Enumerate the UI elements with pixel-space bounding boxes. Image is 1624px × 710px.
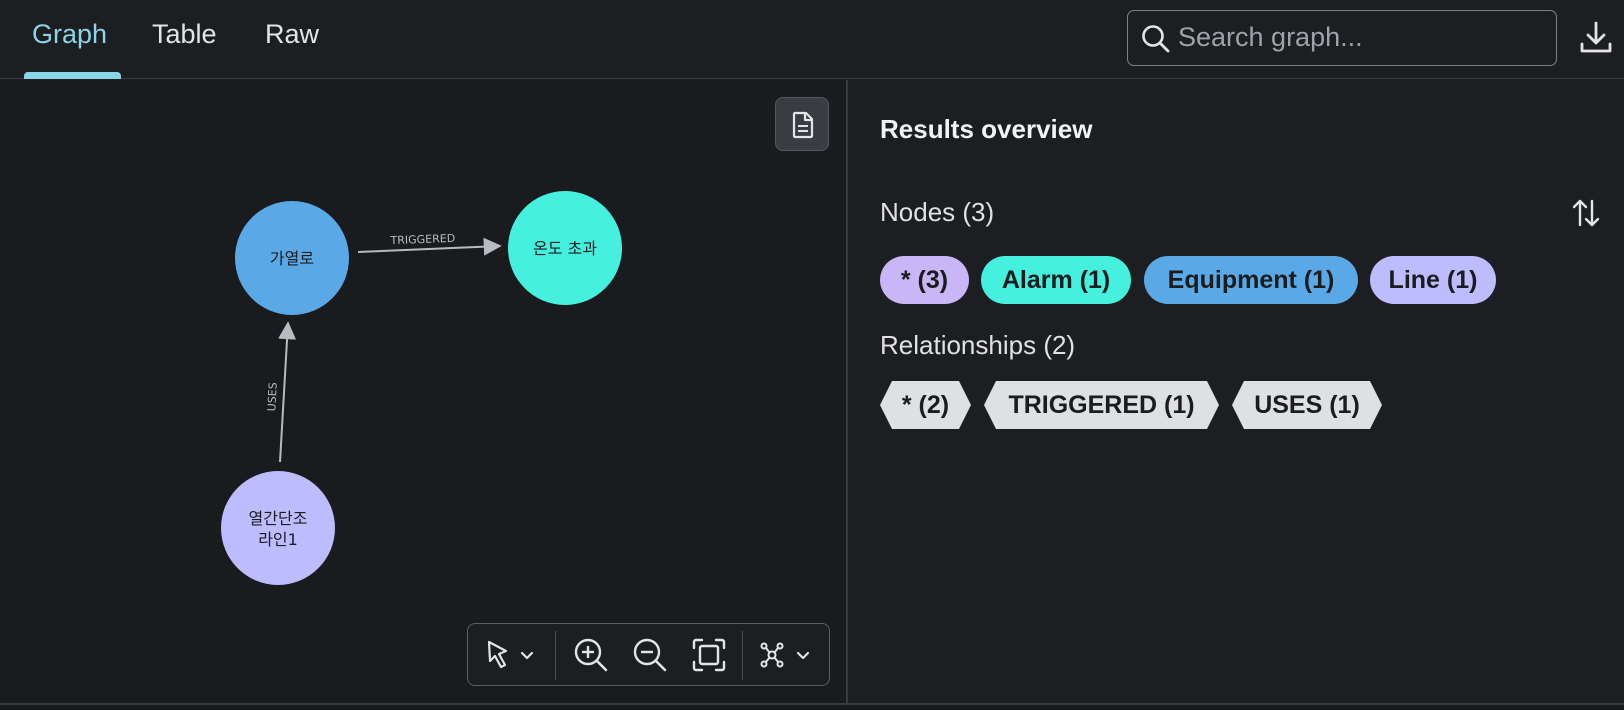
node-chip-equipment[interactable]: Equipment (1) — [1144, 256, 1358, 304]
cursor-icon — [487, 640, 508, 669]
bottom-border — [0, 703, 1624, 710]
zoom-out-icon[interactable] — [631, 636, 669, 674]
download-icon[interactable] — [1576, 18, 1616, 58]
search-input[interactable] — [1178, 11, 1548, 64]
node-line[interactable]: 열간단조 라인1 — [221, 471, 335, 585]
zoom-in-icon[interactable] — [572, 636, 610, 674]
layout-icon — [760, 642, 784, 668]
graph-view: TRIGGERED USES 가열로 온도 초과 열간단조 라인1 — [221, 191, 622, 585]
panel-divider — [846, 80, 848, 703]
search-icon — [1142, 25, 1170, 53]
relationship-chip-uses[interactable]: USES (1) — [1232, 381, 1382, 429]
search-box[interactable] — [1127, 10, 1557, 66]
node-label-alarm: 온도 초과 — [533, 239, 597, 258]
edge-label-triggered: TRIGGERED — [389, 232, 455, 247]
toolbar-divider — [555, 631, 556, 680]
node-label-line-1: 열간단조 — [249, 509, 308, 528]
select-mode-button[interactable] — [484, 636, 540, 674]
chevron-down-icon — [796, 651, 810, 660]
node-chip-all[interactable]: * (3) — [880, 256, 969, 304]
top-bar: Graph Table Raw — [0, 0, 1624, 79]
relationship-chip-all[interactable]: * (2) — [880, 381, 971, 429]
results-overview-title: Results overview — [880, 114, 1093, 144]
layout-button[interactable] — [758, 636, 818, 674]
tab-graph[interactable]: Graph — [32, 14, 107, 54]
node-label-line-2: 라인1 — [258, 530, 298, 549]
nodes-section-label: Nodes (3) — [880, 197, 995, 227]
node-chip-line[interactable]: Line (1) — [1370, 256, 1496, 304]
relationship-chip-triggered[interactable]: TRIGGERED (1) — [984, 381, 1219, 429]
edge-label-uses: USES — [265, 382, 279, 412]
graph-toolbar — [467, 623, 830, 686]
tab-table[interactable]: Table — [152, 14, 217, 54]
node-chip-alarm[interactable]: Alarm (1) — [981, 256, 1131, 304]
node-label-heater: 가열로 — [270, 249, 314, 268]
tab-raw[interactable]: Raw — [265, 14, 319, 54]
node-heater[interactable]: 가열로 — [235, 201, 349, 315]
edge-triggered[interactable]: TRIGGERED — [357, 232, 502, 256]
toolbar-divider — [742, 631, 743, 680]
edge-uses[interactable]: USES — [265, 321, 297, 463]
active-tab-indicator — [24, 72, 121, 79]
relationships-section-label: Relationships (2) — [880, 330, 1076, 360]
fit-screen-icon[interactable] — [690, 636, 728, 674]
chevron-down-icon — [520, 651, 534, 660]
node-alarm[interactable]: 온도 초과 — [508, 191, 622, 305]
sort-icon[interactable] — [1570, 195, 1602, 231]
